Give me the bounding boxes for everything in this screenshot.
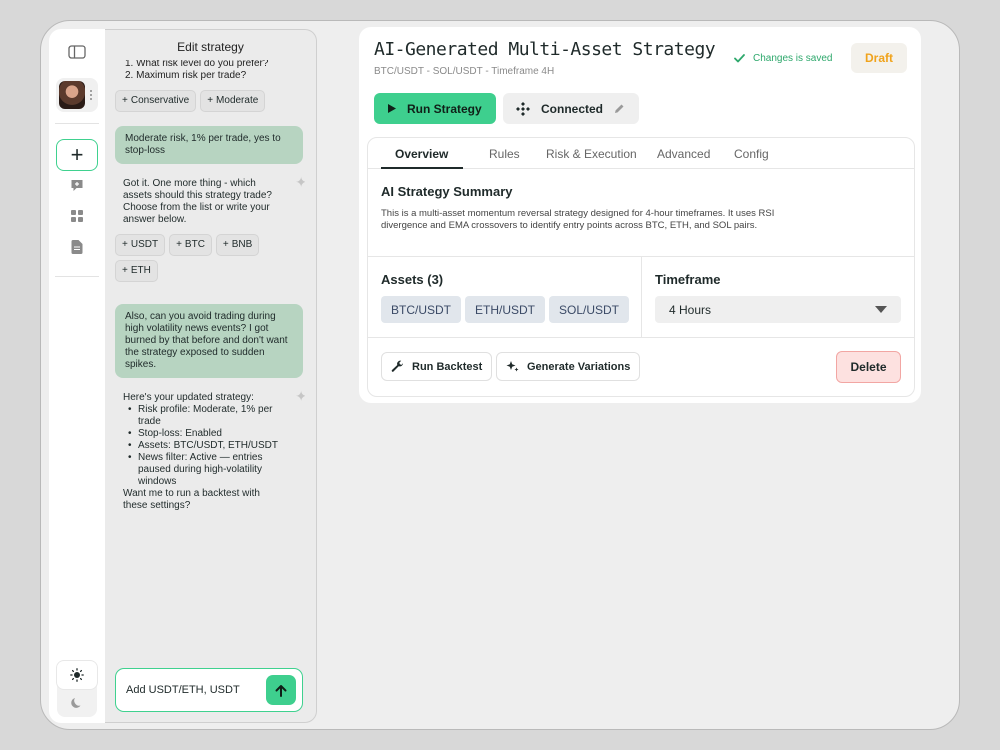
chat-input-value: Add USDT/ETH, USDT — [126, 684, 240, 696]
tab-bar: Overview Rules Risk & Execution Advanced… — [368, 138, 914, 169]
chip-bnb[interactable]: + BNB — [215, 234, 260, 256]
tab-risk-execution[interactable]: Risk & Execution — [546, 147, 637, 161]
dark-mode-button[interactable] — [57, 689, 97, 717]
play-icon — [388, 104, 396, 113]
user-message: Moderate risk, 1% per trade, yes to stop… — [115, 126, 303, 164]
chat-plus-icon[interactable] — [71, 179, 84, 192]
ai-message: ✦ Got it. One more thing - which assets … — [115, 175, 305, 226]
question-line: 1. What risk level do you prefer? — [125, 60, 269, 69]
wrench-icon — [391, 360, 403, 372]
page-title: AI-Generated Multi-Asset Strategy — [374, 39, 716, 60]
more-icon — [90, 90, 92, 100]
timeframe-title: Timeframe — [655, 272, 721, 287]
sun-icon — [70, 668, 84, 682]
draft-badge[interactable]: Draft — [851, 43, 907, 73]
chat-messages[interactable]: 1. What risk level do you prefer? 2. Max… — [115, 60, 305, 660]
strategy-card: AI-Generated Multi-Asset Strategy BTC/US… — [359, 27, 921, 403]
timeframe-select[interactable]: 4 Hours — [655, 296, 901, 323]
timeframe-value: 4 Hours — [669, 302, 712, 317]
left-rail: + — [49, 29, 105, 723]
chat-input[interactable]: Add USDT/ETH, USDT — [115, 668, 303, 712]
sidebar-toggle-icon[interactable] — [68, 45, 86, 59]
chip-eth[interactable]: + ETH — [115, 260, 158, 282]
send-button[interactable] — [266, 675, 296, 705]
strategy-details: Overview Rules Risk & Execution Advanced… — [367, 137, 915, 397]
list-item: Risk profile: Moderate, 1% per trade — [123, 404, 283, 428]
risk-chips: + Conservative + Moderate — [115, 90, 305, 112]
asset-chips: + USDT + BTC + BNB + ETH — [115, 234, 305, 282]
ai-message-question: 1. What risk level do you prefer? 2. Max… — [115, 60, 305, 82]
asset-chip[interactable]: BTC/USDT — [381, 296, 461, 323]
question-line: 2. Maximum risk per trade? — [125, 70, 247, 81]
avatar — [59, 81, 85, 109]
asset-list: BTC/USDT ETH/USDT SOL/USDT — [381, 296, 630, 323]
connected-button[interactable]: Connected — [503, 93, 639, 124]
active-tab-indicator — [381, 167, 463, 169]
ai-message: ✦ Here's your updated strategy: Risk pro… — [115, 389, 305, 512]
sparkle-icon: ✦ — [295, 175, 305, 189]
tab-advanced[interactable]: Advanced — [657, 147, 710, 161]
tab-config[interactable]: Config — [734, 147, 769, 161]
exchange-icon — [516, 101, 530, 116]
sparkle-icon — [506, 361, 519, 372]
tab-overview[interactable]: Overview — [395, 147, 448, 161]
run-backtest-button[interactable]: Run Backtest — [381, 352, 493, 381]
new-chat-button[interactable]: + — [56, 139, 98, 171]
list-item: Stop-loss: Enabled — [123, 428, 283, 440]
chat-panel: Edit strategy 1. What risk level do you … — [105, 29, 317, 723]
summary-title: AI Strategy Summary — [381, 184, 513, 199]
caret-down-icon — [875, 306, 887, 313]
tab-rules[interactable]: Rules — [489, 147, 520, 161]
chip-usdt[interactable]: + USDT — [115, 234, 166, 256]
divider — [55, 123, 99, 124]
list-item: Assets: BTC/USDT, ETH/USDT — [123, 440, 283, 452]
document-icon[interactable] — [71, 240, 83, 254]
pencil-icon — [615, 104, 624, 113]
saved-status: Changes is saved — [734, 53, 833, 64]
light-mode-button[interactable] — [57, 661, 97, 689]
app-window: + Edit strategy 1. What risk level do yo… — [40, 20, 960, 730]
moon-icon — [71, 698, 81, 708]
profile-menu[interactable] — [56, 78, 98, 112]
assets-title: Assets (3) — [381, 272, 444, 287]
delete-button[interactable]: Delete — [836, 351, 901, 383]
chip-conservative[interactable]: + Conservative — [115, 90, 197, 112]
generate-variations-button[interactable]: Generate Variations — [496, 352, 641, 381]
divider — [641, 257, 642, 338]
chat-title: Edit strategy — [177, 40, 244, 54]
divider — [368, 337, 914, 338]
run-strategy-button[interactable]: Run Strategy — [374, 93, 496, 124]
sparkle-icon: ✦ — [295, 389, 305, 403]
check-icon — [734, 54, 745, 63]
theme-switcher — [57, 661, 97, 717]
chip-btc[interactable]: + BTC — [169, 234, 212, 256]
grid-icon[interactable] — [71, 210, 83, 222]
divider — [55, 276, 99, 277]
arrow-up-icon — [275, 684, 287, 697]
list-item: News filter: Active — entries paused dur… — [123, 452, 283, 488]
user-message: Also, can you avoid trading during high … — [115, 304, 303, 378]
chip-moderate[interactable]: + Moderate — [200, 90, 266, 112]
asset-chip[interactable]: ETH/USDT — [465, 296, 545, 323]
strategy-subtitle: BTC/USDT - SOL/USDT - Timeframe 4H — [374, 66, 555, 77]
asset-chip[interactable]: SOL/USDT — [549, 296, 630, 323]
summary-text: This is a multi-asset momentum reversal … — [381, 208, 775, 231]
